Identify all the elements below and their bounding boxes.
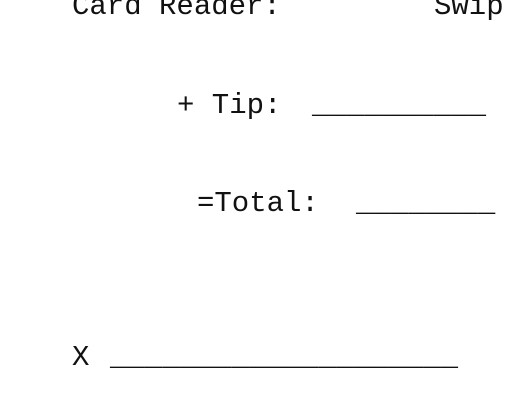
card-reader-label: Card Reader:: [72, 0, 281, 23]
tip-blank-line: __________: [312, 89, 487, 122]
signature-line: ____________________: [110, 341, 459, 374]
tip-label: + Tip:: [177, 89, 282, 122]
card-reader-value: Swip: [434, 0, 504, 23]
total-blank-line: ________: [356, 187, 496, 220]
total-label: =Total:: [197, 187, 319, 220]
receipt-document: Card Reader: Swip + Tip: __________ =Tot…: [0, 0, 512, 400]
signature-mark: X: [72, 341, 90, 374]
